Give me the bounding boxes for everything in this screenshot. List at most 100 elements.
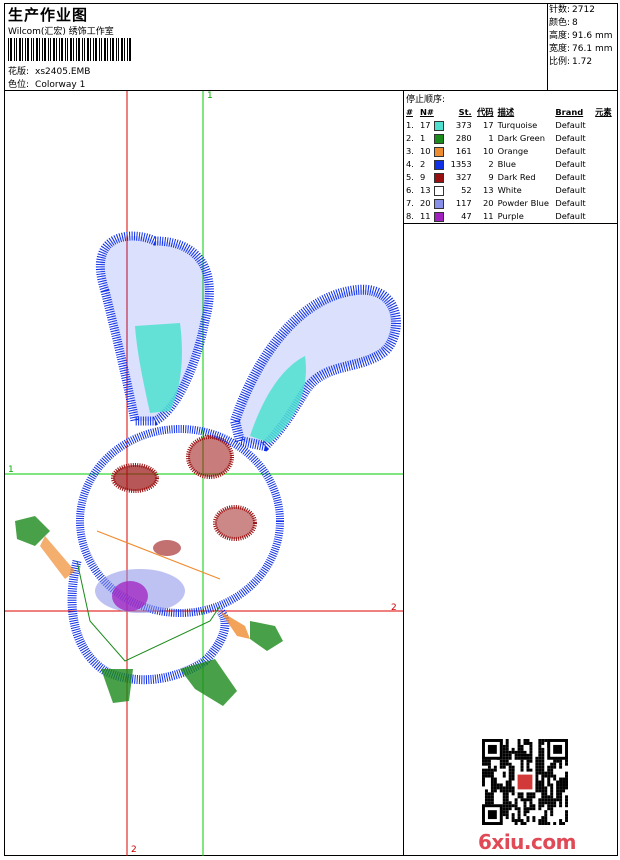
qr-module	[502, 753, 506, 757]
qr-module	[505, 786, 509, 790]
qr-module	[532, 816, 536, 820]
qr-module	[562, 789, 566, 793]
stat-colors: 颜色: 8	[548, 17, 617, 30]
qr-module	[508, 771, 512, 775]
qr-module	[484, 801, 488, 805]
qr-module	[541, 771, 545, 775]
qr-module	[553, 744, 563, 754]
qr-module	[544, 810, 548, 814]
thread-element	[595, 184, 617, 197]
stat-width: 宽度: 76.1 mm	[548, 43, 617, 56]
swatch-box	[433, 159, 444, 170]
qr-module	[553, 774, 557, 778]
qr-module	[511, 813, 515, 817]
swatch-box	[433, 172, 444, 183]
qr-module	[511, 789, 515, 793]
barcode-bar	[76, 38, 77, 61]
qr-module	[556, 780, 560, 784]
qr-module	[505, 739, 509, 742]
thread-table-header: # N# St. 代码 描述 Brand 元素	[404, 106, 617, 119]
qr-module	[511, 816, 515, 820]
qr-module	[511, 792, 515, 796]
qr-module	[538, 780, 542, 784]
carrot-bottom-left	[101, 669, 133, 703]
qr-module	[517, 819, 521, 823]
qr-module	[482, 759, 485, 763]
qr-module	[505, 753, 509, 757]
qr-module	[502, 789, 506, 793]
qr-module	[490, 780, 494, 784]
thread-row: 5. 9 327 9 Dark Red Default	[404, 171, 617, 184]
qr-module	[505, 798, 509, 802]
thread-number: 3.	[406, 146, 414, 156]
qr-module	[553, 804, 557, 808]
qr-module	[541, 739, 545, 742]
qr-module	[550, 792, 554, 796]
design-file-value: xs2405.EMB	[35, 67, 91, 77]
thread-brand: Default	[555, 120, 586, 130]
qr-module	[490, 801, 494, 805]
barcode-bar	[16, 38, 17, 61]
qr-module	[565, 795, 568, 799]
header-info: 生产作业图 Wilcom(汇宏) 绣饰工作室 花版: xs2405.EMB 色位:…	[5, 4, 548, 90]
qr-module	[559, 777, 563, 781]
qr-module	[559, 822, 563, 825]
qr-module	[517, 753, 521, 757]
qr-module	[565, 783, 568, 787]
qr-module	[565, 774, 568, 778]
barcode	[8, 38, 131, 61]
qr-module	[514, 804, 518, 808]
qr-module	[541, 774, 545, 778]
thread-row: 8. 11 47 11 Purple Default	[404, 210, 617, 223]
qr-module	[538, 789, 542, 793]
qr-module	[565, 798, 568, 802]
stop-sequence-title: 停止顺序:	[406, 95, 446, 105]
swatch-box	[433, 198, 444, 209]
qr-module	[520, 744, 524, 748]
barcode-bar	[110, 38, 111, 61]
stat-label: 颜色:	[549, 18, 571, 28]
stat-scale: 比例: 1.72	[548, 56, 617, 69]
qr-module	[529, 798, 533, 802]
qr-module	[526, 765, 530, 769]
qr-module	[517, 774, 533, 790]
col-code: 代码	[476, 107, 494, 117]
thread-number: 2.	[406, 133, 414, 143]
qr-module	[523, 822, 527, 825]
qr-module	[487, 771, 491, 775]
qr-module	[508, 801, 512, 805]
stat-value: 8	[572, 18, 578, 28]
qr-module	[517, 813, 521, 817]
qr-module	[538, 744, 542, 748]
qr-module	[544, 771, 548, 775]
qr-module	[538, 765, 542, 769]
qr-module	[532, 807, 536, 811]
col-num: #	[406, 107, 413, 117]
watermark: 6xiu.com	[478, 830, 576, 854]
carrot-left	[15, 516, 75, 579]
qr-module	[547, 804, 551, 808]
qr-module	[490, 768, 494, 772]
thread-element	[595, 171, 617, 184]
qr-module	[514, 822, 518, 825]
qr-module	[502, 801, 506, 805]
thread-needle: 10	[419, 146, 431, 156]
barcode-bar	[82, 38, 83, 61]
qr-module	[490, 789, 494, 793]
qr-module	[502, 804, 506, 808]
qr-module	[520, 750, 524, 754]
qr-module	[565, 816, 568, 820]
thread-number: 1.	[406, 120, 414, 130]
qr-module	[502, 744, 506, 748]
qr-module	[517, 739, 521, 742]
qr-module	[550, 762, 554, 766]
stat-label: 高度:	[549, 31, 571, 41]
qr-module	[511, 768, 515, 772]
qr-module	[514, 798, 518, 802]
qr-module	[544, 792, 548, 796]
qr-module	[541, 780, 545, 784]
qr-module	[508, 753, 512, 757]
qr-module	[559, 795, 563, 799]
qr-module	[535, 762, 539, 766]
qr-module	[487, 759, 491, 763]
